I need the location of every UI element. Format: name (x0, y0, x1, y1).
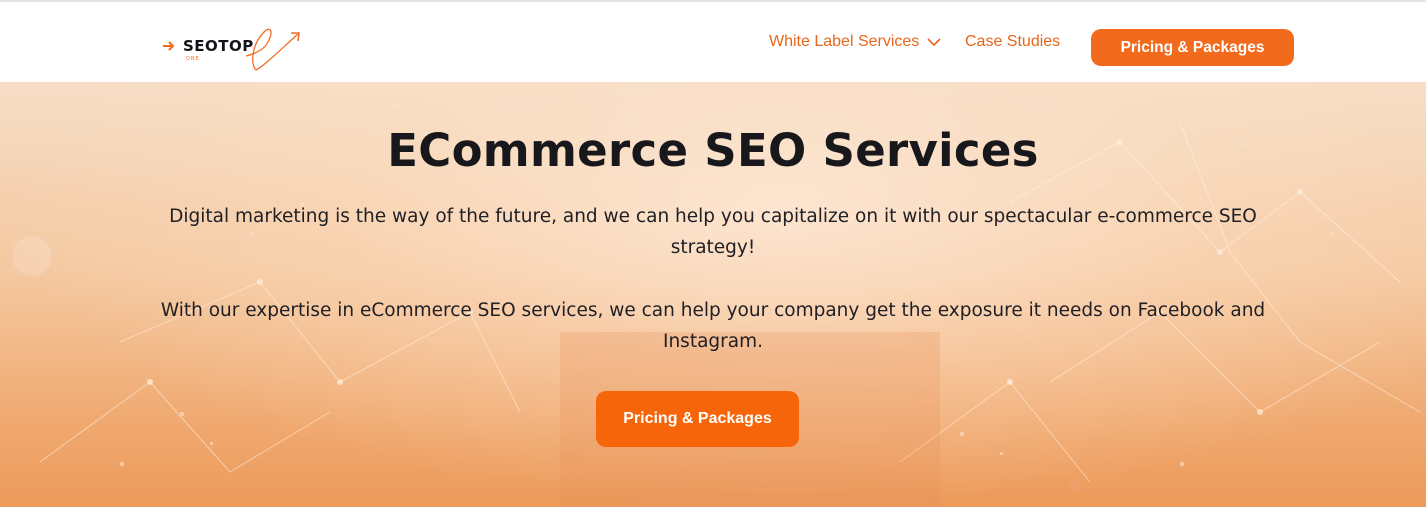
hero-pricing-button[interactable]: Pricing & Packages (596, 391, 799, 447)
nav-white-label-link[interactable]: White Label Services (769, 33, 919, 51)
site-logo[interactable]: SEOTOP ONE (160, 20, 305, 76)
chevron-down-icon[interactable] (927, 37, 941, 47)
hero-title: ECommerce SEO Services (387, 124, 1039, 177)
nav-item-white-label[interactable]: White Label Services (769, 2, 941, 82)
logo-wordmark: SEOTOP (183, 37, 254, 55)
site-header: SEOTOP ONE White Label Services Case Stu… (0, 2, 1426, 82)
logo-subtext: ONE (186, 56, 200, 62)
hero-paragraph-1: Digital marketing is the way of the futu… (169, 206, 1257, 258)
hero-section: ECommerce SEO Services Digital marketing… (0, 82, 1426, 507)
hero-paragraph-2: With our expertise in eCommerce SEO serv… (160, 300, 1266, 352)
nav-case-studies-link[interactable]: Case Studies (965, 33, 1060, 51)
nav-item-case-studies[interactable]: Case Studies (965, 2, 1060, 82)
header-pricing-button[interactable]: Pricing & Packages (1091, 29, 1294, 66)
